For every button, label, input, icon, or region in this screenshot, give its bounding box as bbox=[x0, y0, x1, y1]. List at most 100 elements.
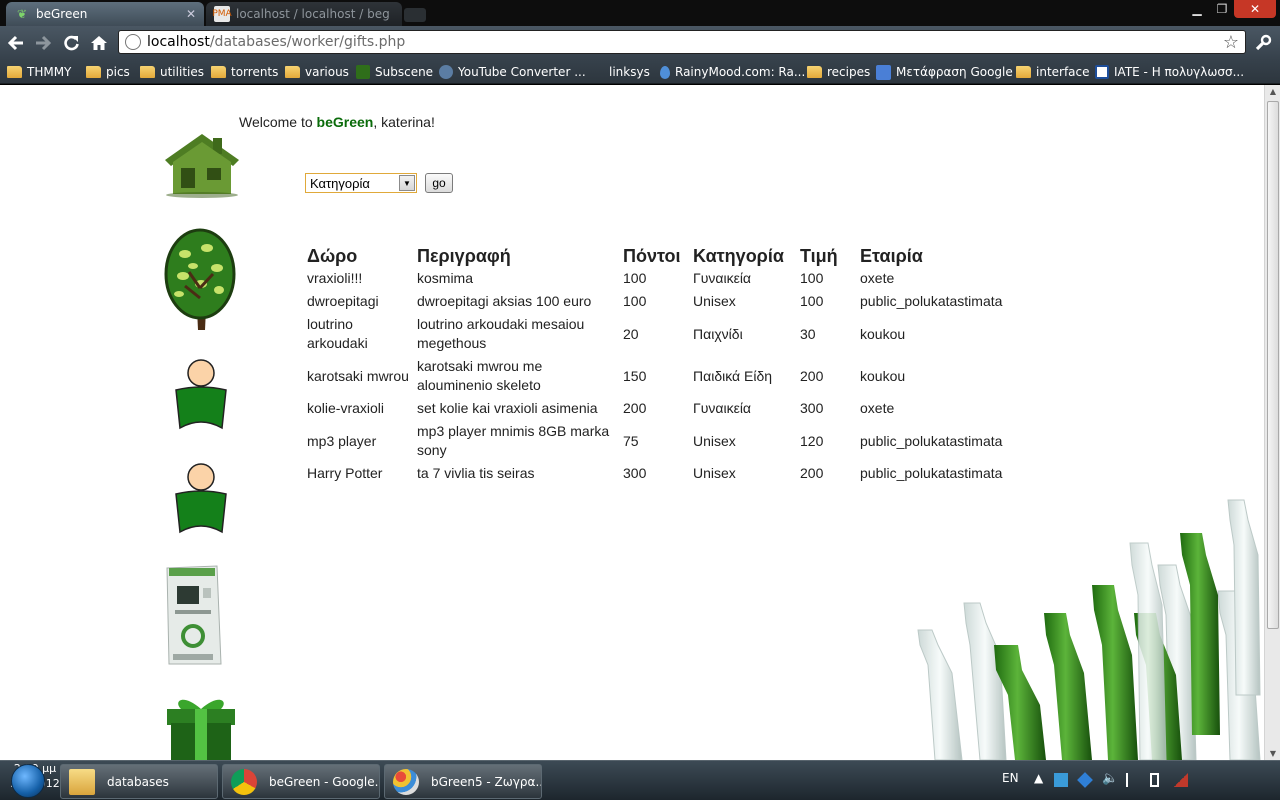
bookmark-utilities[interactable]: utilities bbox=[140, 63, 204, 81]
star-icon[interactable]: ☆ bbox=[1223, 32, 1239, 53]
chevron-down-icon[interactable]: ▼ bbox=[399, 175, 415, 191]
bookmarks-bar: THMMY pics utilities torrents various Su… bbox=[0, 60, 1280, 84]
bookmark-linksys[interactable]: linksys bbox=[609, 63, 650, 81]
app-tray-icon[interactable] bbox=[1054, 773, 1068, 787]
gift-name: vraxioli!!! bbox=[307, 270, 363, 286]
youtube-converter-icon bbox=[439, 65, 453, 79]
bookmark-interface[interactable]: interface bbox=[1016, 63, 1090, 81]
column-header-description: Περιγραφή bbox=[417, 246, 511, 266]
subscene-icon bbox=[356, 65, 370, 79]
wrench-menu-button[interactable] bbox=[1252, 32, 1274, 54]
taskbar-item-chrome[interactable]: beGreen - Google... bbox=[222, 764, 380, 799]
start-button[interactable] bbox=[2, 762, 54, 800]
gift-category: Unisex bbox=[693, 465, 736, 481]
volume-icon[interactable]: 🔈 bbox=[1102, 771, 1118, 786]
arrow-right-icon bbox=[36, 35, 52, 51]
phpmyadmin-favicon-icon: PMA bbox=[212, 6, 232, 22]
column-header-points: Πόντοι bbox=[623, 246, 681, 266]
gift-category: Unisex bbox=[693, 293, 736, 309]
gift-category: Παιδικά Είδη bbox=[693, 367, 773, 384]
taskbar-item-label: bGreen5 - Ζωγρα... bbox=[431, 774, 542, 789]
bookmark-rainymood[interactable]: RainyMood.com: Ra... bbox=[660, 63, 805, 81]
gift-name: mp3 player bbox=[307, 432, 377, 449]
person-icon[interactable] bbox=[172, 358, 230, 430]
bookmark-label: utilities bbox=[160, 65, 204, 79]
gift-category: Γυναικεία bbox=[693, 270, 752, 286]
gift-points: 200 bbox=[623, 400, 647, 416]
bookmark-youtube-converter[interactable]: YouTube Converter ... bbox=[439, 63, 586, 81]
reload-button[interactable] bbox=[60, 32, 82, 54]
tab-begreen[interactable]: ❦ beGreen ✕ bbox=[6, 2, 204, 26]
scroll-thumb[interactable] bbox=[1267, 101, 1279, 629]
gift-company: oxete bbox=[860, 400, 895, 416]
gift-icon[interactable] bbox=[163, 693, 239, 760]
tree-icon[interactable] bbox=[163, 228, 237, 332]
action-center-flag-icon[interactable] bbox=[1126, 773, 1140, 787]
back-button[interactable] bbox=[5, 32, 27, 54]
gift-category: Γυναικεία bbox=[693, 400, 752, 416]
minimize-button[interactable]: ▁ bbox=[1184, 0, 1210, 18]
gift-points: 20 bbox=[623, 325, 639, 342]
gift-name: Harry Potter bbox=[307, 465, 383, 481]
maximize-button[interactable]: ❐ bbox=[1210, 0, 1234, 18]
category-select[interactable]: Κατηγορία ▼ bbox=[305, 173, 417, 193]
house-icon[interactable] bbox=[163, 130, 241, 198]
language-indicator[interactable]: EN bbox=[1002, 771, 1019, 785]
tab-title: localhost / localhost / beg bbox=[236, 7, 390, 21]
gift-description: dwroepitagi aksias 100 euro bbox=[417, 293, 592, 309]
folder-icon bbox=[140, 66, 155, 78]
tab-phpmyadmin[interactable]: PMA localhost / localhost / beg bbox=[206, 2, 402, 26]
forward-button[interactable] bbox=[32, 32, 54, 54]
bookmark-google-translate[interactable]: Μετάφραση Google bbox=[876, 63, 1013, 81]
folder-icon bbox=[7, 66, 22, 78]
bookmark-iate[interactable]: IATE - Η πολυγλωσσ... bbox=[1095, 63, 1244, 81]
gift-price: 30 bbox=[800, 325, 816, 342]
bookmark-various[interactable]: various bbox=[285, 63, 349, 81]
table-row: loutrino arkoudaki loutrino arkoudaki me… bbox=[303, 313, 1006, 355]
folder-icon bbox=[69, 768, 95, 795]
address-bar[interactable]: localhost/databases/worker/gifts.php ☆ bbox=[118, 30, 1246, 54]
globe-icon bbox=[125, 34, 141, 50]
bookmark-thmmy[interactable]: THMMY bbox=[7, 63, 71, 81]
taskbar-item-label: beGreen - Google... bbox=[269, 774, 380, 789]
bookmark-torrents[interactable]: torrents bbox=[211, 63, 278, 81]
bookmark-recipes[interactable]: recipes bbox=[807, 63, 870, 81]
bookmark-label: RainyMood.com: Ra... bbox=[675, 65, 806, 79]
close-window-button[interactable]: ✕ bbox=[1234, 0, 1276, 18]
scroll-up-icon[interactable]: ▲ bbox=[1268, 87, 1278, 96]
new-tab-button[interactable] bbox=[404, 8, 426, 22]
bookmark-label: recipes bbox=[827, 65, 871, 79]
dropbox-icon[interactable] bbox=[1077, 772, 1093, 788]
bookmark-label: Μετάφραση Google bbox=[896, 65, 1013, 79]
go-button[interactable]: go bbox=[425, 173, 453, 193]
browser-toolbar: localhost/databases/worker/gifts.php ☆ bbox=[0, 26, 1280, 60]
gift-name: kolie-vraxioli bbox=[307, 400, 385, 416]
taskbar-item-paint[interactable]: bGreen5 - Ζωγρα... bbox=[384, 764, 542, 799]
bookmark-pics[interactable]: pics bbox=[86, 63, 130, 81]
bookmark-label: YouTube Converter ... bbox=[458, 65, 586, 79]
welcome-prefix: Welcome to bbox=[239, 114, 317, 130]
brand-name: beGreen bbox=[316, 114, 374, 130]
page-content: Welcome to beGreen, katerina! Κατηγορία … bbox=[0, 85, 1264, 760]
battery-icon[interactable] bbox=[1150, 773, 1159, 787]
url-path: /databases/worker/gifts.php bbox=[209, 34, 406, 50]
iate-icon bbox=[1095, 65, 1109, 79]
recycle-machine-icon[interactable] bbox=[163, 564, 223, 666]
bookmark-label: interface bbox=[1036, 65, 1090, 79]
bookmark-subscene[interactable]: Subscene bbox=[356, 63, 433, 81]
show-hidden-icons-icon[interactable]: ▲ bbox=[1034, 771, 1043, 785]
url-host: localhost bbox=[147, 34, 210, 50]
gift-description: ta 7 vivlia tis seiras bbox=[417, 465, 535, 481]
gifts-table: Δώρο Περιγραφή Πόντοι Κατηγορία Τιμή Ετα… bbox=[303, 237, 1006, 485]
paint-palette-icon bbox=[393, 768, 419, 795]
home-icon bbox=[91, 36, 107, 50]
taskbar-item-explorer[interactable]: databases bbox=[60, 764, 218, 799]
gift-description: kosmima bbox=[417, 270, 474, 286]
scroll-down-icon[interactable]: ▼ bbox=[1268, 749, 1278, 758]
column-header-gift: Δώρο bbox=[307, 246, 358, 266]
home-button[interactable] bbox=[88, 32, 110, 54]
vertical-scrollbar[interactable]: ▲ ▼ bbox=[1264, 85, 1280, 760]
person-icon[interactable] bbox=[172, 462, 230, 534]
network-signal-icon[interactable] bbox=[1174, 773, 1188, 787]
close-icon[interactable]: ✕ bbox=[186, 7, 196, 21]
